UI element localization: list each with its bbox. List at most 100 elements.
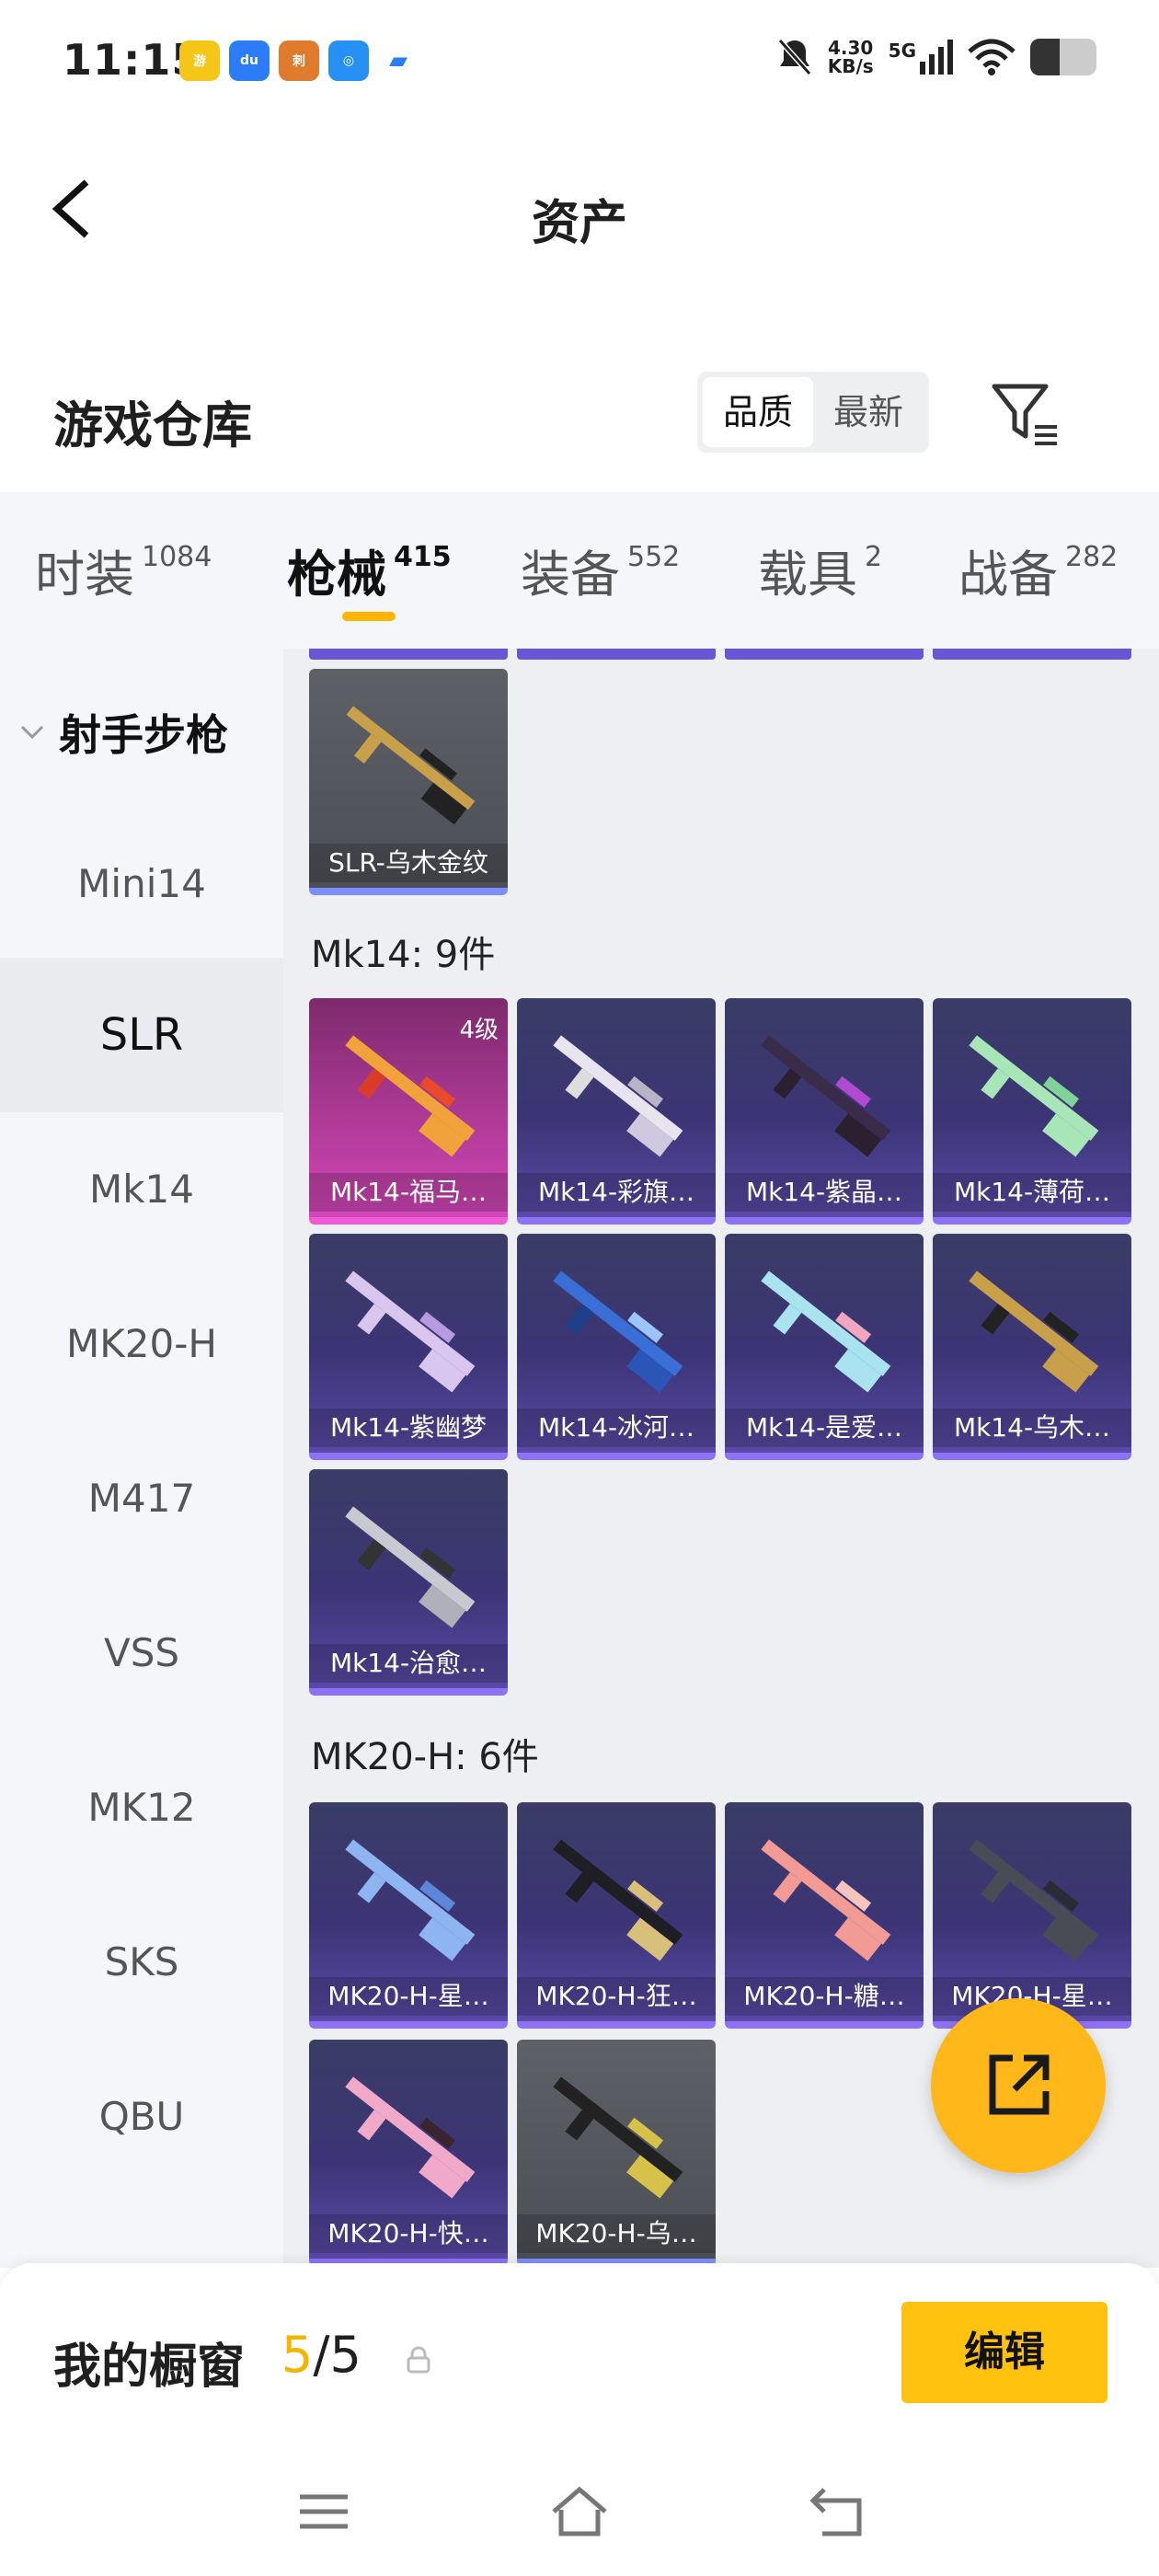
section-title: 游戏仓库 [53,397,252,454]
tab-count: 282 [1065,541,1119,573]
weapon-card[interactable]: Mk14-薄荷… [933,998,1131,1225]
tab-label: 载具 [758,546,857,604]
tab-equipment[interactable]: 装备 552 [521,534,680,606]
weapon-card[interactable]: 4级 Mk14-福马… [309,998,508,1225]
tab-count: 1084 [142,541,212,573]
back-icon[interactable] [808,2484,866,2539]
sidebar-item-m417[interactable]: M417 [0,1421,283,1576]
lock-icon [407,2346,430,2374]
sidebar-item-slr[interactable]: SLR [0,958,283,1112]
category-tabs: 时装 1084 枪械 415 装备 552 载具 2 战备 282 [0,492,1159,649]
battery-icon [1030,39,1096,75]
rifle-icon [761,1271,891,1393]
showcase-count: 5/5 [281,2326,361,2384]
weapon-card[interactable]: Mk14-乌木… [933,1234,1131,1460]
partial-card [517,649,716,660]
rifle-icon [969,1839,1099,1961]
rifle-icon [553,1839,683,1961]
weapon-card[interactable]: MK20-H-乌… [517,2040,716,2266]
app-notification-icon: 刺 [279,40,319,81]
weapon-name: Mk14-紫幽梦 [309,1409,508,1447]
partial-card [725,649,924,660]
sort-option-latest[interactable]: 最新 [813,377,924,447]
rifle-icon [346,706,476,825]
weapon-card[interactable]: Mk14-紫幽梦 [309,1234,508,1460]
tab-supplies[interactable]: 战备 282 [958,534,1118,606]
tab-vehicles[interactable]: 载具 2 [758,534,882,606]
network-type: 5G [888,40,916,62]
weapon-card[interactable]: MK20-H-糖… [725,1802,924,2029]
sidebar-item-mk14[interactable]: Mk14 [0,1112,283,1267]
rifle-icon [553,2076,683,2199]
sidebar-group-marksman[interactable]: 射手步枪 [18,702,228,763]
weapon-card[interactable]: Mk14-是爱… [725,1234,924,1460]
tab-label: 装备 [521,546,620,604]
weapon-name: MK20-H-星… [309,1977,508,2016]
weapon-name: SLR-乌木金纹 [309,844,508,882]
sidebar-item-mk12[interactable]: MK12 [0,1731,283,1885]
weapon-name: Mk14-冰河… [517,1409,716,1447]
weapon-name: Mk14-乌木… [933,1409,1131,1447]
showcase-total: /5 [313,2326,361,2384]
weapon-card[interactable]: MK20-H-星… [933,1802,1131,2029]
partial-card [933,649,1131,660]
rifle-icon [345,1506,476,1628]
battery-level [1030,39,1061,75]
weapon-card[interactable]: Mk14-治愈… [309,1469,508,1696]
weapon-card[interactable]: MK20-H-狂… [517,1802,716,2029]
weapon-card[interactable]: Mk14-冰河… [517,1234,716,1460]
wifi-icon [968,39,1016,75]
partial-card [309,649,508,660]
weapon-name: MK20-H-快… [309,2214,508,2253]
weapon-name: Mk14-薄荷… [933,1173,1131,1212]
rifle-icon [761,1839,891,1961]
tab-fashion[interactable]: 时装 1084 [35,534,212,606]
filter-icon[interactable] [989,379,1061,451]
weapon-name: Mk14-治愈… [309,1644,508,1683]
tab-count: 415 [394,541,452,573]
home-icon[interactable] [550,2484,609,2539]
group-label-mk20h: MK20-H: 6件 [311,1736,539,1778]
weapon-name: MK20-H-狂… [517,1977,716,2016]
mute-bell-icon [777,39,811,75]
menu-icon[interactable] [294,2484,353,2539]
share-button[interactable] [931,1998,1106,2173]
group-label-mk14: Mk14: 9件 [311,934,496,976]
tab-label: 枪械 [287,546,386,604]
tab-count: 2 [865,541,883,573]
app-notification-icon: 游 [179,40,220,81]
sidebar-item-qbu[interactable]: QBU [0,2040,283,2194]
weapon-card[interactable]: MK20-H-星… [309,1802,508,2029]
weapon-name: Mk14-福马… [309,1173,508,1212]
chevron-down-icon [20,725,44,740]
title-bar: 资产 [0,156,1159,267]
active-tab-indicator [342,612,396,621]
sort-option-quality[interactable]: 品质 [703,377,813,447]
app-notification-icon: ◎ [328,40,369,81]
rifle-icon [553,1035,683,1157]
sidebar-item-mini14[interactable]: Mini14 [0,807,283,961]
weapon-card[interactable]: Mk14-紫晶… [725,998,924,1225]
sidebar-group-label: 射手步枪 [59,710,228,760]
net-speed: 4.30 KB/s [828,39,874,75]
edit-button[interactable]: 编辑 [901,2302,1107,2403]
system-nav-bar [0,2447,1159,2576]
rifle-icon [761,1035,891,1157]
status-bar: 11:15 游 du 刺 ◎ ▰ 4.30 KB/s 5G [0,0,1159,120]
sidebar-item-vss[interactable]: VSS [0,1576,283,1731]
weapon-name: MK20-H-糖… [725,1977,924,2016]
sidebar-item-mk20h[interactable]: MK20-H [0,1267,283,1421]
tab-guns[interactable]: 枪械 415 [287,534,452,606]
weapon-card[interactable]: Mk14-彩旗… [517,998,716,1225]
weapon-card[interactable]: MK20-H-快… [309,2040,508,2266]
notification-icons: 游 du 刺 ◎ ▰ [179,40,419,81]
page-title: 资产 [531,196,627,251]
showcase-bar: 我的橱窗 5/5 编辑 [0,2263,1159,2447]
sidebar-item-sks[interactable]: SKS [0,1885,283,2040]
weapon-name: Mk14-紫晶… [725,1173,924,1212]
weapon-card[interactable]: SLR-乌木金纹 [309,669,508,895]
rifle-icon [345,1839,476,1961]
rifle-icon [345,2076,476,2199]
message-notification-icon: ▰ [378,40,419,81]
sort-toggle: 品质 最新 [697,372,929,453]
